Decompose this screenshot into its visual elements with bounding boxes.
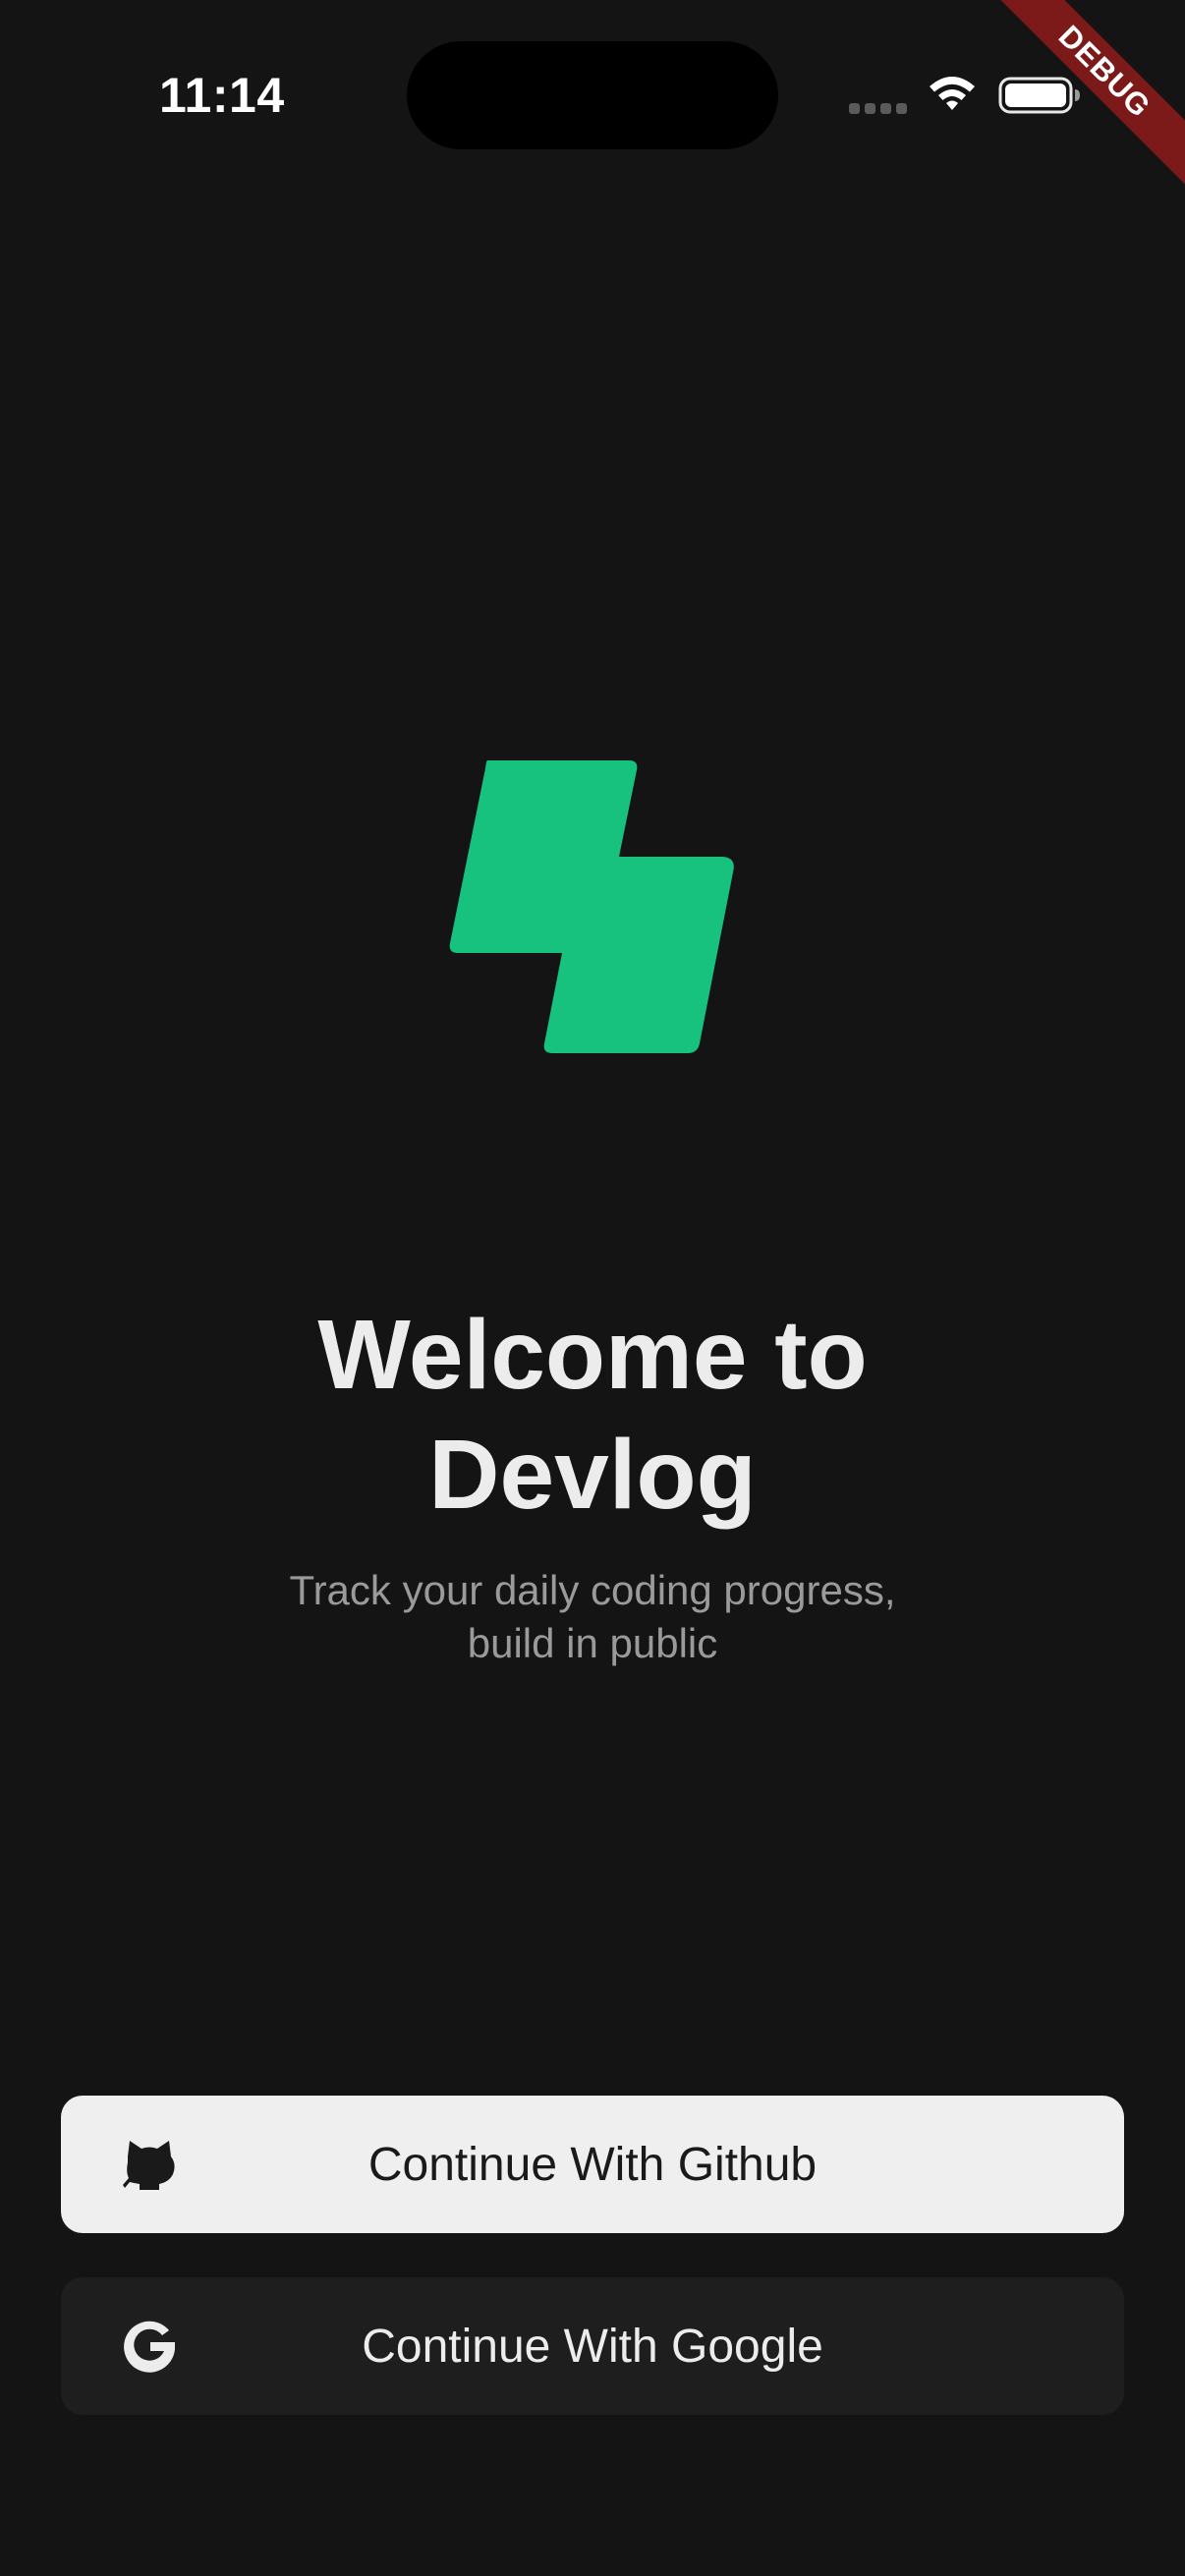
google-icon	[124, 2321, 175, 2373]
debug-ribbon: DEBUG	[988, 0, 1185, 196]
debug-ribbon-label: DEBUG	[990, 0, 1185, 186]
cellular-signal-icon	[849, 103, 907, 114]
continue-with-github-label: Continue With Github	[367, 2138, 818, 2191]
welcome-subtitle-line-2: build in public	[467, 1620, 718, 1666]
continue-with-google-button[interactable]: Continue With Google	[61, 2277, 1124, 2415]
wifi-icon	[930, 77, 975, 110]
continue-with-github-button[interactable]: Continue With Github	[61, 2096, 1124, 2233]
welcome-title-line-1: Welcome to	[317, 1300, 868, 1410]
status-time: 11:14	[159, 68, 285, 123]
continue-with-google-label: Continue With Google	[362, 2320, 823, 2373]
welcome-title-line-2: Devlog	[428, 1420, 757, 1530]
welcome-subtitle: Track your daily coding progress, build …	[101, 1564, 1084, 1670]
welcome-subtitle-line-1: Track your daily coding progress,	[289, 1567, 896, 1613]
dynamic-island	[407, 41, 778, 149]
github-icon	[123, 2141, 175, 2190]
welcome-title: Welcome to Devlog	[101, 1295, 1084, 1535]
devlog-logo-icon	[449, 760, 734, 1053]
